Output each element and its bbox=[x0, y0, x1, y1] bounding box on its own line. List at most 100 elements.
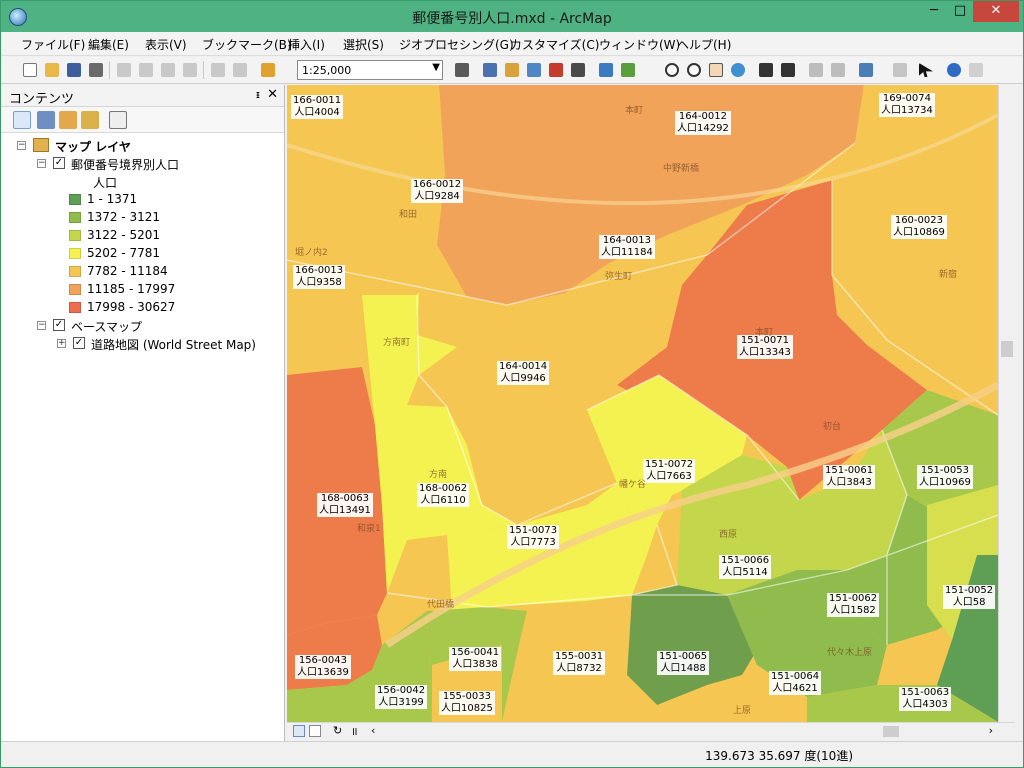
add-data-icon[interactable] bbox=[259, 61, 277, 79]
basemap-place-name: 方南町 bbox=[383, 338, 411, 348]
collapse-icon[interactable]: − bbox=[17, 141, 26, 150]
arctoolbox-icon[interactable] bbox=[547, 61, 565, 79]
scrollbar-thumb[interactable] bbox=[1001, 341, 1013, 357]
arcmap-window: 郵便番号別人口.mxd - ArcMap ─ □ ✕ ファイル(F) 編集(E)… bbox=[0, 0, 1024, 768]
menu-customize[interactable]: カスタマイズ(C) bbox=[510, 36, 599, 53]
population-text: 人口10825 bbox=[441, 703, 493, 714]
close-icon[interactable]: ✕ bbox=[267, 87, 278, 102]
postal-zone-label: 164-0013 人口11184 bbox=[599, 235, 655, 259]
identify-info-icon[interactable] bbox=[945, 61, 963, 79]
population-text: 人口6110 bbox=[420, 495, 466, 506]
menu-bookmarks[interactable]: ブックマーク(B) bbox=[202, 36, 292, 53]
postal-zone-label: 151-0061 人口3843 bbox=[823, 465, 876, 489]
toolbar-separator bbox=[109, 61, 110, 79]
postal-zone-label: 164-0012 人口14292 bbox=[675, 111, 731, 135]
list-by-source-icon[interactable] bbox=[37, 111, 55, 129]
legend-swatch bbox=[69, 194, 81, 205]
fixed-zoom-in-icon[interactable] bbox=[757, 61, 775, 79]
collapse-icon[interactable]: − bbox=[37, 321, 46, 330]
layer-basemap[interactable]: − ✓ ベースマップ bbox=[1, 317, 284, 335]
minimize-button[interactable]: ─ bbox=[921, 1, 947, 22]
maximize-button[interactable]: □ bbox=[947, 1, 973, 22]
pause-drawing-icon[interactable]: ॥ bbox=[351, 724, 358, 739]
menu-edit[interactable]: 編集(E) bbox=[88, 36, 129, 53]
postal-code-text: 155-0033 bbox=[442, 691, 491, 702]
save-icon[interactable] bbox=[65, 61, 83, 79]
editor-toolbar-icon[interactable] bbox=[453, 61, 471, 79]
scroll-left-icon[interactable]: ‹ bbox=[371, 724, 375, 737]
forward-extent-icon[interactable] bbox=[829, 61, 847, 79]
menu-windows[interactable]: ウィンドウ(W) bbox=[599, 36, 680, 53]
legend-swatch bbox=[69, 212, 81, 223]
table-of-contents-icon[interactable] bbox=[481, 61, 499, 79]
scrollbar-thumb[interactable] bbox=[883, 726, 899, 737]
pin-icon[interactable]: ᵻ bbox=[256, 88, 260, 101]
legend-swatch bbox=[69, 266, 81, 277]
pan-hand-icon[interactable] bbox=[707, 61, 725, 79]
menu-help[interactable]: ヘルプ(H) bbox=[677, 36, 731, 53]
python-window-icon[interactable] bbox=[569, 61, 587, 79]
zoom-out-icon[interactable] bbox=[685, 61, 703, 79]
copy-icon[interactable] bbox=[137, 61, 155, 79]
chevron-down-icon: ▼ bbox=[432, 62, 440, 73]
choropleth-map bbox=[287, 85, 998, 722]
redo-icon[interactable] bbox=[231, 61, 249, 79]
layer-visibility-checkbox[interactable]: ✓ bbox=[53, 157, 65, 169]
data-view-icon[interactable] bbox=[293, 725, 305, 737]
select-elements-arrow-icon[interactable] bbox=[917, 61, 935, 79]
map-layers-label: マップ レイヤ bbox=[55, 140, 131, 154]
menu-view[interactable]: 表示(V) bbox=[145, 36, 187, 53]
toc-options-icon[interactable] bbox=[109, 111, 127, 129]
list-by-selection-icon[interactable] bbox=[81, 111, 99, 129]
menu-selection[interactable]: 選択(S) bbox=[343, 36, 384, 53]
expand-icon[interactable]: + bbox=[57, 339, 66, 348]
new-document-icon[interactable] bbox=[21, 61, 39, 79]
table-of-contents-panel: コンテンツ ᵻ ✕ − マップ レイヤ − ✓ 郵便番号境界別人口 人口 1 -… bbox=[1, 85, 285, 741]
map-horizontal-scrollbar[interactable]: ↻ ॥ ‹ › bbox=[287, 722, 1015, 739]
map-vertical-scrollbar[interactable] bbox=[998, 85, 1015, 722]
undo-icon[interactable] bbox=[209, 61, 227, 79]
delete-icon[interactable] bbox=[181, 61, 199, 79]
open-folder-icon[interactable] bbox=[43, 61, 61, 79]
layer-world-street-map[interactable]: + ✓ 道路地図 (World Street Map) bbox=[1, 335, 284, 353]
list-by-drawing-order-icon[interactable] bbox=[13, 111, 31, 129]
cut-icon[interactable] bbox=[115, 61, 133, 79]
zoom-in-icon[interactable] bbox=[663, 61, 681, 79]
select-features-icon[interactable] bbox=[857, 61, 875, 79]
map-layers-node[interactable]: − マップ レイヤ bbox=[1, 137, 284, 155]
population-text: 人口1488 bbox=[660, 663, 706, 674]
clear-selection-icon[interactable] bbox=[891, 61, 909, 79]
layout-view-icon[interactable] bbox=[309, 725, 321, 737]
map-scale-select[interactable]: 1:25,000 ▼ bbox=[297, 60, 443, 80]
list-by-visibility-icon[interactable] bbox=[59, 111, 77, 129]
basemap-place-name: 代々木上原 bbox=[827, 648, 873, 658]
refresh-icon[interactable]: ↻ bbox=[333, 724, 342, 737]
paste-icon[interactable] bbox=[159, 61, 177, 79]
collapse-icon[interactable]: − bbox=[37, 159, 46, 168]
hyperlink-icon[interactable] bbox=[967, 61, 985, 79]
full-extent-globe-icon[interactable] bbox=[729, 61, 747, 79]
title-bar: 郵便番号別人口.mxd - ArcMap ─ □ ✕ bbox=[1, 1, 1023, 32]
basemap-place-name: 弥生町 bbox=[605, 272, 633, 282]
layer-visibility-checkbox[interactable]: ✓ bbox=[73, 337, 85, 349]
back-extent-icon[interactable] bbox=[807, 61, 825, 79]
legend-class-label: 5202 - 7781 bbox=[87, 246, 161, 260]
status-bar: 139.673 35.697 度(10進) bbox=[1, 741, 1023, 767]
menu-file[interactable]: ファイル(F) bbox=[21, 36, 85, 53]
scroll-right-icon[interactable]: › bbox=[989, 724, 993, 737]
catalog-icon[interactable] bbox=[503, 61, 521, 79]
fixed-zoom-out-icon[interactable] bbox=[779, 61, 797, 79]
close-button[interactable]: ✕ bbox=[973, 1, 1019, 22]
postal-code-text: 168-0063 bbox=[320, 493, 369, 504]
geoprocessing-icon[interactable] bbox=[619, 61, 637, 79]
layer-postal-population[interactable]: − ✓ 郵便番号境界別人口 bbox=[1, 155, 284, 173]
population-text: 人口5114 bbox=[722, 567, 768, 578]
print-icon[interactable] bbox=[87, 61, 105, 79]
map-view[interactable]: 166-0011 人口4004 164-0012 人口14292 169-0074 人口1… bbox=[287, 85, 998, 722]
search-window-icon[interactable] bbox=[525, 61, 543, 79]
layer-visibility-checkbox[interactable]: ✓ bbox=[53, 319, 65, 331]
model-builder-icon[interactable] bbox=[597, 61, 615, 79]
postal-code-text: 164-0014 bbox=[499, 361, 548, 372]
menu-insert[interactable]: 挿入(I) bbox=[288, 36, 325, 53]
menu-geoprocessing[interactable]: ジオプロセシング(G) bbox=[399, 36, 514, 53]
